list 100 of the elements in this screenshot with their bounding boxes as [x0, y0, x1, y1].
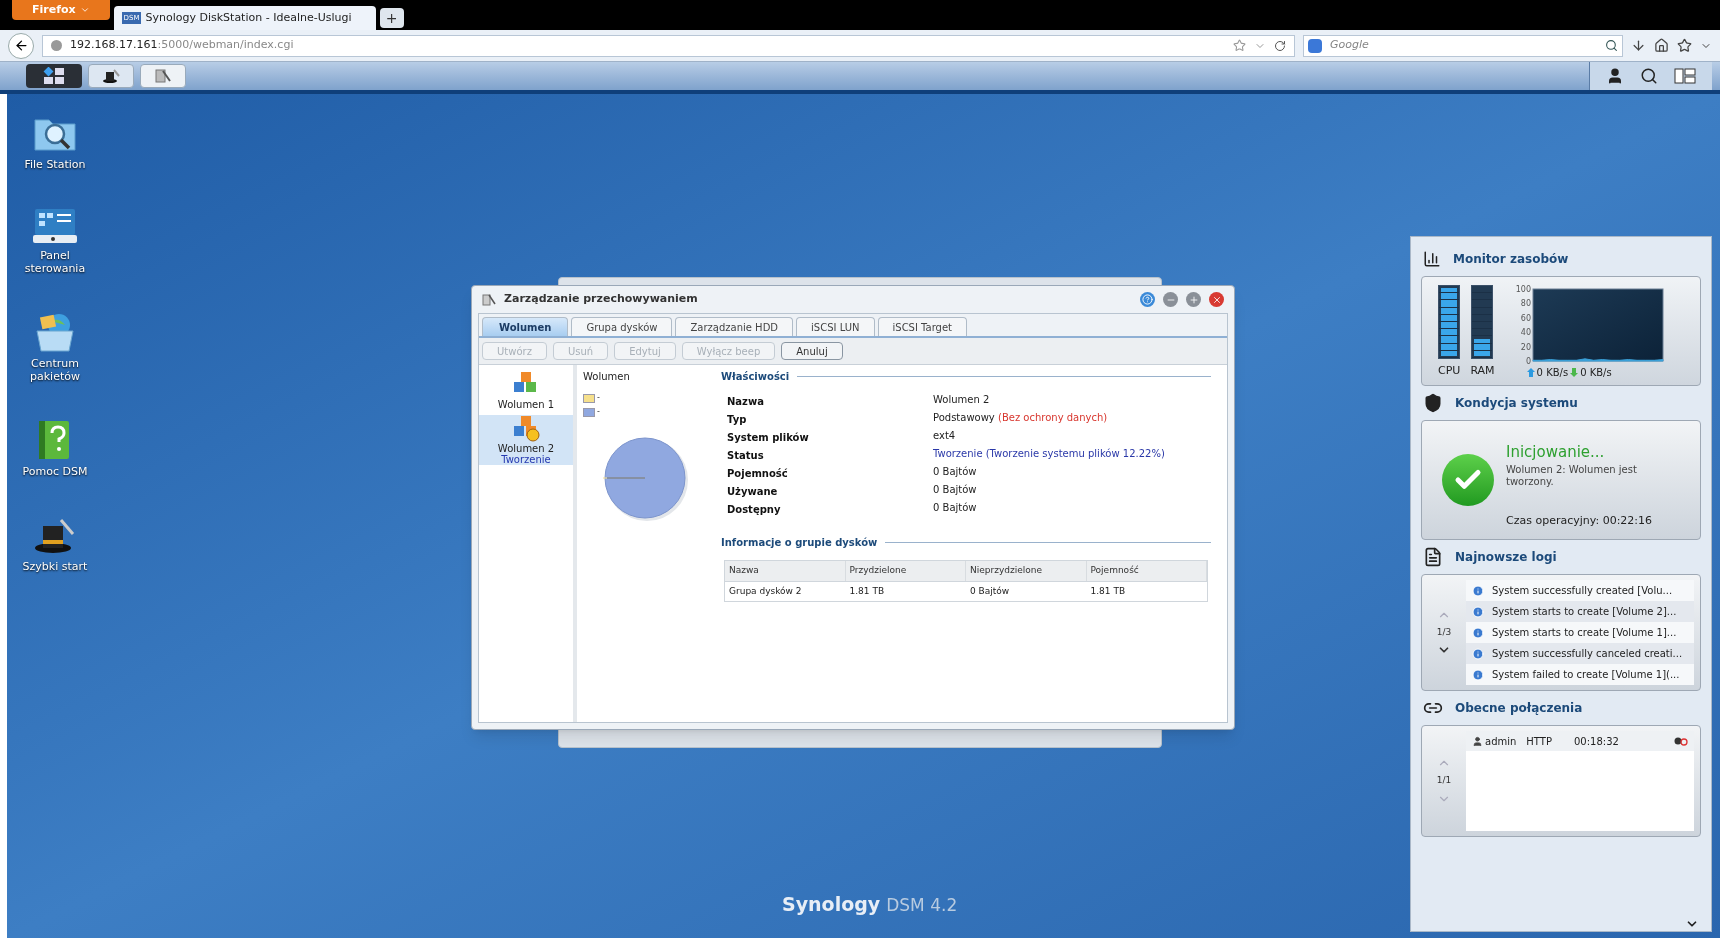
section-title: Informacje o grupie dysków: [721, 536, 878, 550]
download-icon[interactable]: [1631, 38, 1646, 53]
info-icon: [1472, 605, 1484, 618]
reload-icon[interactable]: [1274, 39, 1286, 52]
back-button[interactable]: [8, 32, 34, 59]
volume-list-item[interactable]: Wolumen 2 Tworzenie: [479, 415, 573, 465]
property-value: Wolumen 2: [933, 394, 991, 407]
control-panel-icon: [33, 207, 77, 245]
tab[interactable]: Grupa dysków: [571, 317, 673, 336]
log-row[interactable]: System successfully created [Volu...: [1466, 580, 1694, 601]
property-label: System plików: [727, 431, 810, 445]
log-text: System starts to create [Volume 1]...: [1492, 626, 1677, 640]
upload-rate: 0 KB/s: [1536, 366, 1569, 380]
cubes-gear-icon: [511, 415, 541, 443]
log-text: System successfully created [Volu...: [1492, 584, 1673, 598]
document-icon: [1423, 547, 1443, 567]
widget-title: Kondycja systemu: [1455, 395, 1578, 412]
search-bar[interactable]: Google: [1303, 34, 1623, 57]
quick-start-button[interactable]: [88, 64, 134, 88]
bookmark-star-icon[interactable]: [1233, 39, 1246, 52]
search-input[interactable]: Google: [1330, 37, 1597, 54]
chart-label: Wolumen: [583, 370, 631, 384]
toolbar-button[interactable]: Anuluj: [781, 342, 843, 360]
desktop-shortcut[interactable]: Panel sterowania: [10, 207, 100, 275]
storage-app-button[interactable]: [140, 64, 186, 88]
log-row[interactable]: System failed to create [Volume 1](...: [1466, 664, 1694, 685]
health-status: Inicjowanie...: [1506, 442, 1606, 463]
axis-tick-label: 100: [1515, 285, 1531, 294]
property-label: Typ: [727, 413, 748, 427]
page-indicator: 1/3: [1436, 625, 1452, 639]
address-field[interactable]: 192.168.17.161:5000/webman/index.cgi: [42, 34, 1295, 57]
table-cell-text: Grupa dysków 2: [728, 584, 803, 598]
log-text: System failed to create [Volume 1](...: [1492, 668, 1680, 682]
tab[interactable]: Zarządzanie HDD: [675, 317, 794, 336]
axis-tick-label: 20: [1520, 342, 1531, 352]
column-header[interactable]: Pojemność: [1086, 561, 1207, 581]
search-engine-icon[interactable]: [1308, 38, 1322, 53]
tab[interactable]: iSCSI LUN: [796, 317, 875, 336]
log-text: System successfully canceled creati...: [1492, 647, 1683, 661]
bookmarks-icon[interactable]: [1677, 38, 1692, 53]
table-cell-text: 1.81 TB: [1089, 584, 1127, 598]
log-row[interactable]: System successfully canceled creati...: [1466, 643, 1694, 664]
tab[interactable]: Wolumen: [482, 317, 569, 336]
upload-arrow-icon: [1526, 368, 1535, 377]
close-button[interactable]: [1209, 292, 1224, 307]
widget-title: Monitor zasobów: [1453, 251, 1569, 268]
download-arrow-icon: [1570, 368, 1579, 377]
volume-name: Wolumen 1: [497, 398, 555, 410]
tab[interactable]: iSCSI Target: [877, 317, 968, 336]
maximize-icon: [1188, 294, 1199, 305]
column-header[interactable]: Przydzielone: [845, 561, 966, 581]
connection-user: admin: [1485, 734, 1517, 749]
close-icon: [1211, 294, 1222, 305]
axis-tick-label: 80: [1520, 299, 1531, 309]
health-message: Wolumen 2: Wolumen jest tworzony.: [1506, 463, 1638, 488]
property-value: 0 Bajtów: [933, 502, 978, 515]
caret-icon: [79, 5, 90, 15]
brand-logo: Synology: [782, 891, 881, 917]
desktop-shortcut[interactable]: Pomoc DSM: [10, 419, 100, 478]
user-icon: [1472, 735, 1483, 747]
desktop-shortcut[interactable]: File Station: [10, 112, 100, 171]
column-header[interactable]: Nieprzydzielone: [966, 561, 1087, 581]
property-value: Tworzenie (Tworzenie systemu plików 12.22%): [933, 448, 1166, 461]
home-icon[interactable]: [1654, 38, 1669, 53]
legend-label: -: [597, 392, 600, 404]
info-icon: [1472, 647, 1484, 660]
connection-row[interactable]: admin HTTP 00:18:32: [1466, 731, 1694, 751]
help-button[interactable]: [1140, 292, 1155, 307]
property-value: 0 Bajtów: [933, 466, 978, 479]
meter-label: CPU: [1438, 363, 1461, 379]
main-menu-button[interactable]: [26, 64, 82, 88]
brand-version: DSM 4.2: [886, 893, 958, 917]
volume-name: Wolumen 2: [497, 443, 555, 454]
magic-hat-icon: [102, 68, 120, 84]
tab-title: Synology DiskStation - Idealne-Uslugi: [145, 9, 352, 26]
property-label: Pojemność: [727, 467, 789, 481]
user-icon[interactable]: [1606, 67, 1624, 85]
bar-chart-icon: [1423, 250, 1441, 268]
volume-status: Tworzenie: [501, 454, 551, 465]
section-title: Właściwości: [721, 370, 790, 384]
connection-time: 00:18:32: [1573, 734, 1619, 749]
widgets-icon[interactable]: [1674, 68, 1696, 84]
desktop-shortcut[interactable]: Centrum pakietów: [10, 311, 100, 383]
connection-protocol: HTTP: [1526, 734, 1552, 749]
storage-icon: [154, 68, 172, 84]
maximize-button[interactable]: [1186, 292, 1201, 307]
window-title: Zarządzanie przechowywaniem: [504, 291, 698, 308]
column-header[interactable]: Nazwa: [725, 561, 846, 581]
table-cell-text: 1.81 TB: [848, 584, 886, 598]
minimize-button[interactable]: [1163, 292, 1178, 307]
new-tab-button[interactable]: +: [379, 8, 404, 28]
property-label: Status: [727, 449, 765, 463]
desktop-shortcut[interactable]: Szybki start: [10, 514, 100, 573]
property-value: Podstawowy (Bez ochrony danych): [933, 412, 1109, 425]
search-icon[interactable]: [1640, 67, 1658, 85]
shield-icon: [1423, 393, 1443, 413]
search-icon[interactable]: [1605, 39, 1618, 52]
download-rate: 0 KB/s: [1580, 366, 1612, 380]
log-row[interactable]: System starts to create [Volume 1]...: [1466, 622, 1694, 643]
property-label: Nazwa: [727, 395, 765, 409]
